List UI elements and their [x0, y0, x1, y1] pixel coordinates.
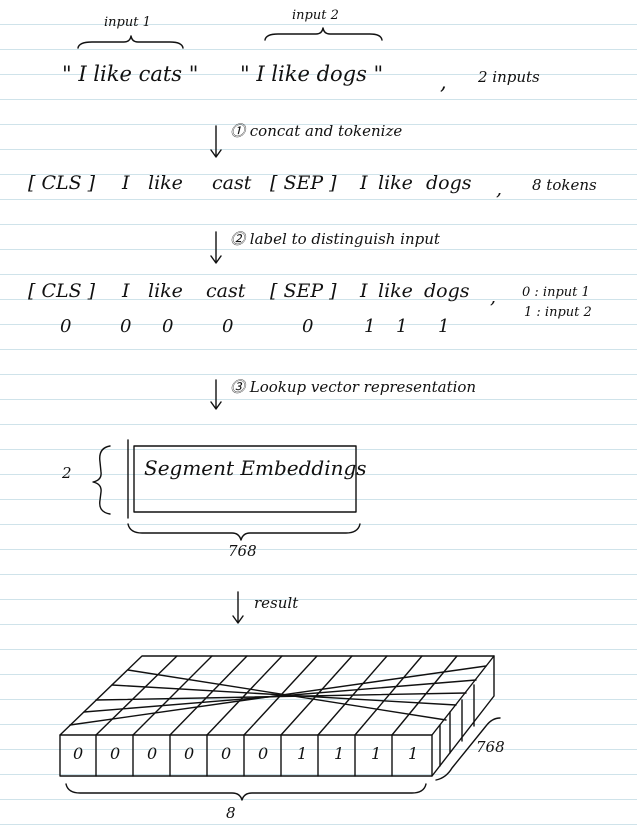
result-cell-1: 0	[110, 744, 121, 763]
segment-id-1: 0	[120, 316, 132, 337]
embedding-width: 768	[228, 542, 257, 560]
result-cell-4: 0	[221, 744, 232, 763]
segment-id-3: 0	[222, 316, 234, 337]
legend-input1: 0 : input 1	[522, 285, 590, 300]
result-length-brace	[65, 783, 427, 801]
segment-id-2: 0	[162, 316, 174, 337]
inputs-comma: ,	[440, 70, 447, 94]
result-block	[59, 655, 495, 777]
embedding-width-brace	[127, 523, 361, 541]
input2-brace	[264, 27, 383, 41]
step4-arrow	[232, 591, 244, 624]
token-3: cast	[212, 172, 252, 194]
step1-label: ⓵ concat and tokenize	[230, 122, 403, 140]
segment-id-7: 1	[438, 316, 450, 337]
token-0: [ CLS ]	[28, 172, 96, 194]
step3-text: Lookup vector representation	[249, 378, 477, 396]
segment-id-5: 1	[364, 316, 376, 337]
token-2: like	[148, 172, 183, 194]
result-cell-6: 1	[297, 744, 308, 763]
step2-text: label to distinguish input	[249, 230, 440, 248]
segment-id-4: 0	[302, 316, 314, 337]
step1-arrow	[210, 125, 222, 158]
step4-label: result	[254, 594, 299, 612]
token-row2-6: like	[378, 280, 413, 302]
input1-brace	[77, 35, 184, 49]
embedding-rows: 2	[62, 464, 72, 482]
result-cell-7: 1	[334, 744, 345, 763]
legend-input2: 1 : input 2	[524, 305, 592, 320]
result-cell-5: 0	[258, 744, 269, 763]
input1-label: input 1	[104, 15, 151, 30]
token-row2-0: [ CLS ]	[28, 280, 96, 302]
token-7: dogs	[426, 172, 472, 194]
input2-text: " I like dogs "	[240, 62, 384, 86]
token-row2-3: cast	[206, 280, 246, 302]
result-cell-8: 1	[371, 744, 382, 763]
result-cell-9: 1	[408, 744, 419, 763]
token-5: I	[360, 172, 368, 194]
segment-id-0: 0	[60, 316, 72, 337]
step2-arrow	[210, 231, 222, 264]
result-cell-2: 0	[147, 744, 158, 763]
token-4: [ SEP ]	[270, 172, 337, 194]
token-row2-4: [ SEP ]	[270, 280, 337, 302]
inputs-count: 2 inputs	[478, 68, 540, 86]
input1-text: " I like cats "	[62, 62, 199, 86]
token-row2-2: like	[148, 280, 183, 302]
result-cell-0: 0	[73, 744, 84, 763]
token-row2-5: I	[360, 280, 368, 302]
token-row2-7: dogs	[424, 280, 470, 302]
embedding-title: Segment Embeddings	[144, 456, 367, 480]
step1-text: concat and tokenize	[249, 122, 403, 140]
result-cell-3: 0	[184, 744, 195, 763]
segment-id-6: 1	[396, 316, 408, 337]
tokens-comma: ,	[496, 178, 503, 200]
token-6: like	[378, 172, 413, 194]
input2-label: input 2	[292, 8, 339, 23]
tokens-row2-comma: ,	[490, 286, 497, 308]
result-depth: 768	[476, 738, 505, 756]
step2-label: ⓶ label to distinguish input	[230, 230, 440, 248]
token-1: I	[122, 172, 130, 194]
embedding-row-brace	[92, 445, 111, 515]
token-row2-1: I	[122, 280, 130, 302]
step3-label: ⓷ Lookup vector representation	[230, 378, 477, 396]
step3-arrow	[210, 379, 222, 410]
result-length: 8	[226, 804, 236, 822]
token-count: 8 tokens	[532, 176, 597, 194]
